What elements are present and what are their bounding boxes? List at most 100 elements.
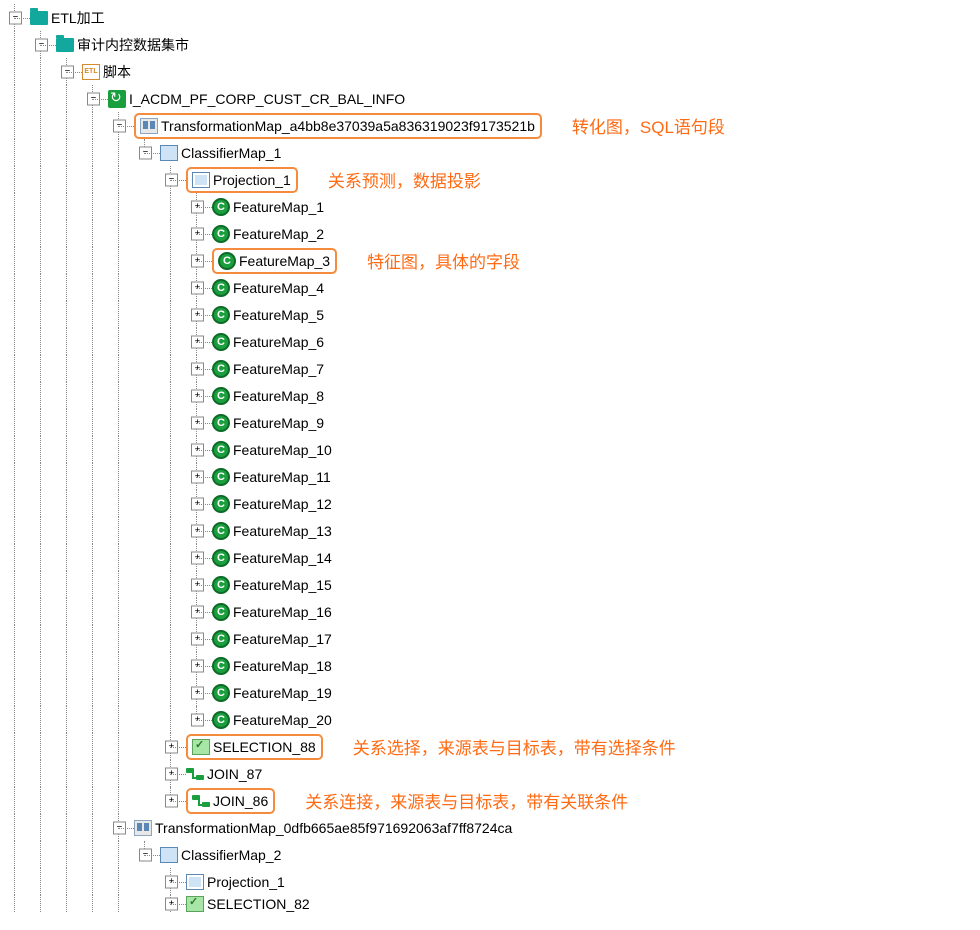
tree-item-feature-map[interactable]: +FeatureMap_11 — [4, 463, 976, 490]
tree-item-feature-map[interactable]: +FeatureMap_20 — [4, 706, 976, 733]
highlight-box: JOIN_86 — [186, 788, 275, 814]
expand-icon[interactable]: + — [191, 443, 204, 456]
expand-icon[interactable]: + — [191, 686, 204, 699]
join-icon — [186, 765, 204, 783]
tree-label: ETL加工 — [50, 8, 106, 28]
collapse-icon[interactable]: − — [9, 11, 22, 24]
tree-item-feature-map[interactable]: + FeatureMap_3 特征图，具体的字段 — [4, 247, 976, 274]
tree-item-transformation-map[interactable]: − TransformationMap_0dfb665ae85f97169206… — [4, 814, 976, 841]
tree-item-feature-map[interactable]: +FeatureMap_6 — [4, 328, 976, 355]
tree-item-classifier-map[interactable]: − ClassifierMap_1 — [4, 139, 976, 166]
feature-map-icon — [212, 306, 230, 324]
tree-item-audit-mart[interactable]: − 审计内控数据集市 — [4, 31, 976, 58]
expand-icon[interactable]: + — [191, 551, 204, 564]
collapse-icon[interactable]: − — [139, 146, 152, 159]
tree-item-feature-map[interactable]: + FeatureMap_5 — [4, 301, 976, 328]
tree-item-feature-map[interactable]: +FeatureMap_2 — [4, 220, 976, 247]
tree-item-classifier-map[interactable]: − ClassifierMap_2 — [4, 841, 976, 868]
expand-icon[interactable]: + — [191, 200, 204, 213]
tree-item-feature-map[interactable]: +FeatureMap_12 — [4, 490, 976, 517]
expand-icon[interactable]: + — [191, 497, 204, 510]
expand-icon[interactable]: + — [191, 713, 204, 726]
feature-map-icon — [212, 225, 230, 243]
tree-item-feature-map[interactable]: +FeatureMap_4 — [4, 274, 976, 301]
expand-icon[interactable]: + — [191, 281, 204, 294]
collapse-icon[interactable]: − — [113, 119, 126, 132]
expand-icon[interactable]: + — [165, 767, 178, 780]
expand-icon[interactable]: + — [191, 578, 204, 591]
expand-icon[interactable]: + — [191, 389, 204, 402]
expand-icon[interactable]: + — [191, 254, 204, 267]
expand-icon[interactable]: + — [191, 470, 204, 483]
collapse-icon[interactable]: − — [61, 65, 74, 78]
collapse-icon[interactable]: − — [113, 821, 126, 834]
join-icon — [192, 792, 210, 810]
tree-item-feature-map[interactable]: + FeatureMap_17 — [4, 625, 976, 652]
feature-map-icon — [212, 387, 230, 405]
tree-label: 脚本 — [102, 62, 132, 82]
tree-label: TransformationMap_a4bb8e37039a5a83631902… — [160, 118, 536, 134]
tree-item-feature-map[interactable]: +FeatureMap_8 — [4, 382, 976, 409]
tree-item-script[interactable]: − ETL 脚本 — [4, 58, 976, 85]
expand-icon[interactable]: + — [191, 632, 204, 645]
expand-icon[interactable]: + — [191, 362, 204, 375]
highlight-box: SELECTION_88 — [186, 734, 323, 760]
feature-map-icon — [212, 603, 230, 621]
feature-map-icon — [218, 252, 236, 270]
expand-icon[interactable]: + — [165, 875, 178, 888]
tree-item-projection[interactable]: − Projection_1 关系预测，数据投影 — [4, 166, 976, 193]
tree-label: Projection_1 — [212, 172, 292, 188]
feature-map-icon — [212, 522, 230, 540]
expand-icon[interactable]: + — [191, 335, 204, 348]
tree-label: FeatureMap_14 — [232, 550, 333, 566]
expand-icon[interactable]: + — [165, 740, 178, 753]
tree-item-selection[interactable]: + SELECTION_82 — [4, 895, 976, 913]
tree-label: FeatureMap_3 — [238, 253, 331, 269]
tree-item-join[interactable]: + JOIN_87 — [4, 760, 976, 787]
collapse-icon[interactable]: − — [35, 38, 48, 51]
tree-item-feature-map[interactable]: + FeatureMap_14 — [4, 544, 976, 571]
tree-item-feature-map[interactable]: + FeatureMap_13 — [4, 517, 976, 544]
tree-item-feature-map[interactable]: +FeatureMap_7 — [4, 355, 976, 382]
expand-icon[interactable]: + — [165, 898, 178, 911]
annotation-text: 关系预测，数据投影 — [328, 167, 481, 192]
tree-item-job[interactable]: − I_ACDM_PF_CORP_CUST_CR_BAL_INFO — [4, 85, 976, 112]
tree-item-selection[interactable]: + SELECTION_88 关系选择，来源表与目标表，带有选择条件 — [4, 733, 976, 760]
expand-icon[interactable]: + — [191, 308, 204, 321]
tree-item-feature-map[interactable]: +FeatureMap_19 — [4, 679, 976, 706]
feature-map-icon — [212, 711, 230, 729]
tree-label: FeatureMap_17 — [232, 631, 333, 647]
feature-map-icon — [212, 684, 230, 702]
feature-map-icon — [212, 279, 230, 297]
collapse-icon[interactable]: − — [139, 848, 152, 861]
expand-icon[interactable]: + — [191, 659, 204, 672]
tree-label: FeatureMap_16 — [232, 604, 333, 620]
tree-label: FeatureMap_5 — [232, 307, 325, 323]
tree-item-feature-map[interactable]: +FeatureMap_9 — [4, 409, 976, 436]
tree-item-join[interactable]: + JOIN_86 关系连接，来源表与目标表，带有关联条件 — [4, 787, 976, 814]
tree-label: SELECTION_82 — [206, 896, 311, 912]
highlight-box: FeatureMap_3 — [212, 248, 337, 274]
annotation-text: 特征图，具体的字段 — [367, 248, 520, 273]
tree-label: JOIN_86 — [212, 793, 269, 809]
tree-item-feature-map[interactable]: +FeatureMap_1 — [4, 193, 976, 220]
expand-icon[interactable]: + — [165, 794, 178, 807]
feature-map-icon — [212, 414, 230, 432]
tree-item-feature-map[interactable]: +FeatureMap_18 — [4, 652, 976, 679]
expand-icon[interactable]: + — [191, 227, 204, 240]
tree-item-etl-root[interactable]: − ETL加工 — [4, 4, 976, 31]
expand-icon[interactable]: + — [191, 416, 204, 429]
annotation-text: 关系选择，来源表与目标表，带有选择条件 — [353, 734, 676, 759]
highlight-box: TransformationMap_a4bb8e37039a5a83631902… — [134, 113, 542, 139]
tree-item-feature-map[interactable]: +FeatureMap_10 — [4, 436, 976, 463]
expand-icon[interactable]: + — [191, 524, 204, 537]
tree-item-projection[interactable]: + Projection_1 — [4, 868, 976, 895]
expand-icon[interactable]: + — [191, 605, 204, 618]
tree-item-feature-map[interactable]: + FeatureMap_16 — [4, 598, 976, 625]
collapse-icon[interactable]: − — [165, 173, 178, 186]
tree-item-feature-map[interactable]: +FeatureMap_15 — [4, 571, 976, 598]
tree-label: Projection_1 — [206, 874, 286, 890]
collapse-icon[interactable]: − — [87, 92, 100, 105]
tree-label: FeatureMap_13 — [232, 523, 333, 539]
tree-item-transformation-map[interactable]: − TransformationMap_a4bb8e37039a5a836319… — [4, 112, 976, 139]
